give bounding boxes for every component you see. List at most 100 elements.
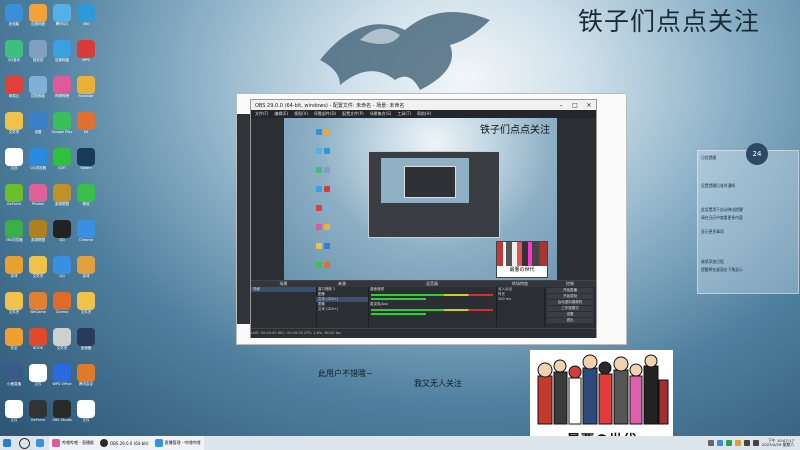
desktop-icon[interactable]: 英雄联盟 (50, 184, 74, 216)
tray-app-icon[interactable] (716, 440, 723, 446)
clock[interactable]: 下午 10:07:17 2023/4/29 星期六 (762, 438, 794, 448)
desktop-icon[interactable]: 网易云 (2, 76, 26, 108)
desktop-icon[interactable]: Photos (26, 184, 50, 216)
desktop-icon[interactable]: 文件 (74, 400, 98, 432)
desktop-icon[interactable]: 设置 (26, 112, 50, 144)
obs-window[interactable]: OBS 29.0.0 (64-bit, windows) - 配置文件: 未命名… (250, 99, 597, 338)
desktop-icon[interactable]: 文件夹 (50, 328, 74, 360)
desktop-icon[interactable]: WPS Office (50, 364, 74, 396)
scenes-dock: 场景 场景 (251, 281, 317, 327)
source-item[interactable]: 文本 (GDI+) (316, 307, 368, 312)
desktop-icon[interactable]: 此电脑 (2, 4, 26, 36)
desktop-icon[interactable]: 360 (74, 4, 98, 36)
app-icon (77, 364, 95, 382)
desktop-icon-label: 360浏览器 (5, 238, 23, 242)
menu-help[interactable]: 帮助(H) (417, 111, 431, 117)
desktop-icon[interactable]: GeForce (2, 184, 26, 216)
menu-profile[interactable]: 配置文件(P) (342, 111, 364, 117)
preview-icon (324, 186, 330, 192)
scene-item[interactable]: 场景 (251, 287, 316, 292)
audio-mixer-dock: 混音器 桌面音频 麦克风/Aux (368, 281, 497, 327)
desktop-icon-label: 英雄联盟 (31, 238, 45, 242)
app-icon (77, 112, 95, 130)
desktop-icon[interactable]: 游戏 (74, 256, 98, 288)
obs-left-panel (251, 118, 284, 280)
menu-view[interactable]: 视图(V) (294, 111, 308, 117)
taskbar-app-live[interactable]: 直播管理 - 哔哩哔哩 (151, 436, 204, 450)
desktop-icon[interactable]: 腾讯QQ (50, 4, 74, 36)
controls-header: 控制 (544, 281, 596, 287)
network-icon[interactable] (743, 440, 750, 446)
desktop-icon[interactable]: WeGame (26, 292, 50, 324)
desktop-icon[interactable]: 加速器 (74, 328, 98, 360)
maximize-icon[interactable]: □ (568, 102, 582, 109)
tray-app-icon[interactable] (725, 440, 732, 446)
desktop-icon[interactable]: KOOK (26, 328, 50, 360)
desktop-icon[interactable]: iQIYI (50, 148, 74, 180)
desktop-icon[interactable]: 安全 (2, 328, 26, 360)
duration-input[interactable]: 300 ms (496, 297, 544, 302)
minimize-icon[interactable]: – (554, 102, 568, 109)
desktop-icon[interactable]: 百度网盘 (26, 4, 50, 36)
taskbar-app-obs[interactable]: OBS 29.0.0 (64-bit) (97, 436, 152, 450)
desktop-icon[interactable]: 英雄联盟 (26, 220, 50, 252)
desktop-icon[interactable]: Garena (50, 292, 74, 324)
taskbar-app-bilibili[interactable]: 哔哩哔哩 - 直播姬 (49, 436, 97, 450)
obs-titlebar[interactable]: OBS 29.0.0 (64-bit, windows) - 配置文件: 未命名… (251, 100, 596, 110)
desktop-icon[interactable]: 文件夹 (2, 112, 26, 144)
desktop-icon[interactable]: GeForce (26, 400, 50, 432)
tray-app-icon[interactable] (734, 440, 741, 446)
desktop-icon[interactable]: 哔哩哔哩 (50, 76, 74, 108)
desktop-icon[interactable]: 文件夹 (74, 292, 98, 324)
desktop-icon[interactable]: Steam (74, 148, 98, 180)
menu-file[interactable]: 文件(F) (255, 111, 268, 117)
volume-slider[interactable] (371, 313, 493, 315)
menu-scene-collection[interactable]: 场景集合(S) (370, 111, 392, 117)
desktop-icon[interactable]: 回收站 (26, 40, 50, 72)
desktop-icon[interactable]: 小鹿直播 (2, 364, 26, 396)
desktop-icon[interactable]: 文件 (26, 364, 50, 396)
desktop-icon[interactable]: 控制面板 (26, 76, 50, 108)
volume-slider[interactable] (371, 298, 493, 300)
taskbar-search[interactable] (16, 436, 33, 450)
desktop-icon[interactable]: 文件夹 (2, 292, 26, 324)
desktop-icon[interactable]: QQ音乐 (2, 40, 26, 72)
desktop-icon[interactable]: 百度网盘 (50, 40, 74, 72)
desktop-icon[interactable]: QQ (50, 256, 74, 288)
desktop-icon[interactable]: QQ浏览器 (26, 148, 50, 180)
desktop-icon[interactable]: EA (74, 112, 98, 144)
desktop-icon[interactable]: 微信 (74, 184, 98, 216)
calendar-widget[interactable]: 24 日程提醒 设置提醒后准时通知 此设置用于自动弹出提醒 请在日历中查看更多内… (697, 143, 799, 294)
desktop-icon[interactable]: Google Play (50, 112, 74, 144)
desktop-icon[interactable]: QQ (50, 220, 74, 252)
app-icon (53, 292, 71, 310)
start-streaming-button[interactable]: 开始直播 (547, 288, 593, 293)
desktop-icon[interactable]: 360浏览器 (2, 220, 26, 252)
desktop-icon[interactable]: 文件夹 (26, 256, 50, 288)
desktop-icon[interactable]: WPS (74, 40, 98, 72)
desktop-icon[interactable]: 文件 (2, 400, 26, 432)
close-icon[interactable]: ✕ (582, 102, 596, 109)
app-icon (5, 364, 23, 382)
desktop-icon[interactable]: Chrome (74, 220, 98, 252)
start-recording-button[interactable]: 开始录制 (547, 294, 593, 299)
obs-preview-canvas[interactable]: 铁子们点点关注 最悪の世代 (284, 118, 557, 280)
start-button[interactable] (0, 436, 16, 450)
desktop-icon[interactable]: OBS Studio (50, 400, 74, 432)
menu-edit[interactable]: 编辑(E) (274, 111, 288, 117)
menu-tools[interactable]: 工具(T) (397, 111, 411, 117)
desktop-icon[interactable]: Rockstar (74, 76, 98, 108)
desktop-icon-label: OBS Studio (52, 418, 72, 422)
volume-icon[interactable] (752, 440, 759, 446)
settings-button[interactable]: 设置 (547, 312, 593, 317)
virtual-camera-button[interactable]: 启动虚拟摄像机 (547, 300, 593, 305)
desktop-icon[interactable]: 腾讯会议 (74, 364, 98, 396)
preview-desktop-icons (316, 122, 336, 272)
taskbar-edge[interactable] (33, 436, 49, 450)
desktop-icon[interactable]: 文档 (2, 148, 26, 180)
menu-docks[interactable]: 停靠部件(D) (314, 111, 336, 117)
desktop-icon[interactable]: 游戏 (2, 256, 26, 288)
chevron-up-icon[interactable] (707, 440, 714, 446)
exit-button[interactable]: 退出 (547, 318, 593, 323)
studio-mode-button[interactable]: 工作室模式 (547, 306, 593, 311)
